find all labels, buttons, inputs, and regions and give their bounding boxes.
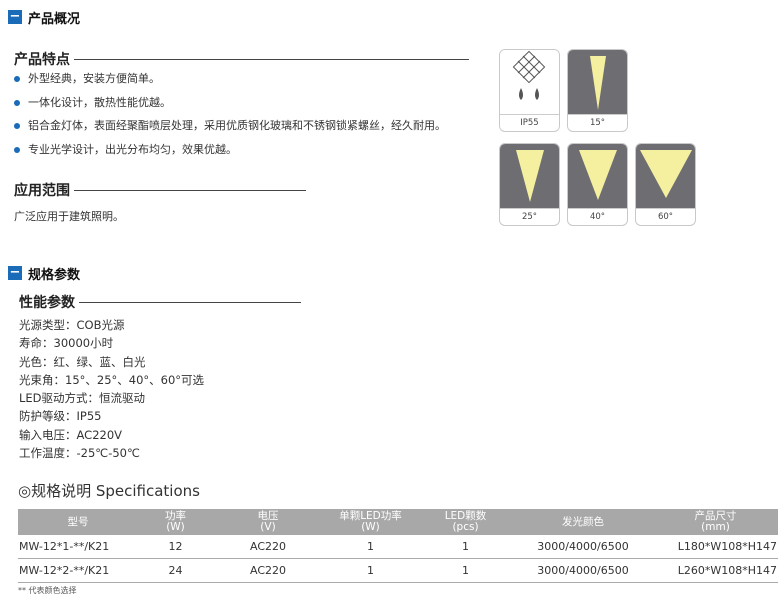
list-item: 外型经典，安装方便简单。 bbox=[14, 72, 446, 96]
beam-angle-label: 60° bbox=[636, 208, 695, 225]
section-header-specs: − 规格参数 bbox=[8, 265, 81, 283]
spec-table: 型号 功率 (W) 电压 (V) 单颗LED功率 (W) LED颗数 (pcs) 发光颜… bbox=[18, 509, 778, 583]
beam-15-icon bbox=[589, 56, 606, 110]
table-row: MW-12*2-**/K21 24 AC220 1 1 3000/4000/65… bbox=[18, 558, 778, 583]
beam-40-icon bbox=[578, 150, 617, 200]
bullet-icon bbox=[14, 146, 20, 153]
application-text: 广泛应用于建筑照明。 bbox=[14, 210, 124, 223]
table-header-row: 型号 功率 (W) 电压 (V) 单颗LED功率 (W) LED颗数 (pcs) 发光颜… bbox=[18, 509, 778, 535]
list-item: 输入电压：AC220V bbox=[19, 427, 123, 442]
heading-rule bbox=[74, 189, 306, 191]
list-item: 工作温度：-25℃-50℃ bbox=[19, 446, 140, 461]
dust-water-icon bbox=[512, 50, 546, 100]
bullet-icon bbox=[14, 123, 20, 129]
bullet-icon bbox=[14, 99, 20, 106]
beam-angle-label: 25° bbox=[500, 208, 559, 225]
ip-rating-label: IP55 bbox=[500, 114, 559, 131]
column-header: 功率 (W) bbox=[138, 509, 213, 535]
heading-rule bbox=[79, 301, 301, 303]
features-heading: 产品特点 bbox=[14, 49, 469, 69]
feature-list: 外型经典，安装方便简单。 一体化设计，散热性能优越。 铝合金灯体，表面经聚酯喷层… bbox=[14, 72, 446, 166]
table-footnote: ** 代表颜色选择 bbox=[18, 586, 77, 595]
ip-rating-image bbox=[500, 50, 559, 114]
column-header: 单颗LED功率 (W) bbox=[323, 509, 418, 535]
column-header: 电压 (V) bbox=[213, 509, 323, 535]
beam-25-icon bbox=[515, 150, 544, 202]
features-title: 产品特点 bbox=[14, 52, 70, 68]
section-title: 产品概况 bbox=[28, 11, 81, 27]
column-header: 产品尺寸 (mm) bbox=[653, 509, 778, 535]
beam-angle-label: 15° bbox=[568, 114, 627, 131]
application-heading: 应用范围 bbox=[14, 180, 306, 200]
column-header: 型号 bbox=[18, 509, 138, 535]
section-title: 规格参数 bbox=[28, 267, 81, 283]
beam-60-icon bbox=[639, 150, 692, 198]
beam-card-15: 15° bbox=[567, 49, 628, 132]
column-header: 发光颜色 bbox=[513, 509, 653, 535]
column-header: LED颗数 (pcs) bbox=[418, 509, 513, 535]
ip-rating-card: IP55 bbox=[499, 49, 560, 132]
list-item: 光色：红、绿、蓝、白光 bbox=[19, 354, 146, 369]
section-header-overview: − 产品概况 bbox=[8, 9, 81, 27]
beam-card-40: 40° bbox=[567, 143, 628, 226]
list-item: 铝合金灯体，表面经聚酯喷层处理，采用优质钢化玻璃和不锈钢锁紧螺丝，经久耐用。 bbox=[14, 119, 446, 143]
list-item: 光束角：15°、25°、40°、60°可选 bbox=[19, 372, 205, 387]
performance-title: 性能参数 bbox=[19, 295, 75, 311]
list-item: 光源类型：COB光源 bbox=[19, 318, 125, 332]
list-item: LED驱动方式：恒流驱动 bbox=[19, 391, 146, 406]
table-row: MW-12*1-**/K21 12 AC220 1 1 3000/4000/65… bbox=[18, 535, 778, 559]
beam-card-25: 25° bbox=[499, 143, 560, 226]
beam-card-60: 60° bbox=[635, 143, 696, 226]
list-item: 一体化设计，散热性能优越。 bbox=[14, 96, 446, 120]
performance-heading: 性能参数 bbox=[19, 292, 301, 312]
bullet-icon bbox=[14, 76, 20, 82]
heading-rule bbox=[74, 58, 469, 60]
performance-list: 光源类型：COB光源 寿命：30000小时 光色：红、绿、蓝、白光 光束角：15… bbox=[19, 318, 204, 464]
application-title: 应用范围 bbox=[14, 183, 70, 199]
spec-table-title: ◎规格说明 Specifications bbox=[18, 482, 200, 500]
list-item: 专业光学设计，出光分布均匀，效果优越。 bbox=[14, 143, 446, 167]
beam-angle-label: 40° bbox=[568, 208, 627, 225]
collapse-icon[interactable]: − bbox=[8, 10, 22, 24]
collapse-icon[interactable]: − bbox=[8, 266, 22, 280]
list-item: 防护等级：IP55 bbox=[19, 409, 102, 424]
list-item: 寿命：30000小时 bbox=[19, 336, 114, 351]
